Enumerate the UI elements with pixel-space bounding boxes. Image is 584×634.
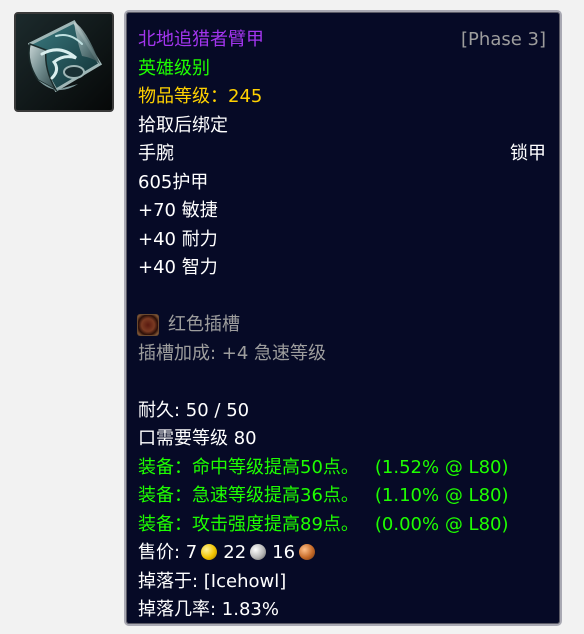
stat-agility: +70 敏捷 [138,200,218,221]
equip-effect-text: 装备：命中等级提高50点。 [138,456,359,478]
bracer-icon [16,14,112,110]
equip-effect-haste: 装备：急速等级提高36点。 (1.10% @ L80) [138,482,546,511]
drop-chance: 掉落几率: 1.83% [138,599,279,620]
socket-label: 红色插槽 [168,314,240,335]
slot-row: 手腕 锁甲 [138,140,546,169]
equip-effect-text: 装备：攻击强度提高89点。 [138,513,359,535]
item-quality: 英雄级别 [138,57,210,79]
equip-effect-hit: 装备：命中等级提高50点。 (1.52% @ L80) [138,454,546,483]
stat-intellect: +40 智力 [138,257,218,278]
sell-price-label: 售价: [138,542,186,563]
equip-effect-suffix: (1.10% @ L80) [374,485,509,506]
dropped-by[interactable]: 掉落于: [Icehowl] [138,568,546,597]
tooltip-header: 北地追猎者臂甲 [Phase 3] [138,26,546,55]
phase-label: [Phase 3] [461,29,546,50]
equip-effect-suffix: (0.00% @ L80) [374,513,509,535]
required-level: 口需要等级 80 [138,428,257,449]
socket-bonus: 插槽加成: +4 急速等级 [138,342,327,364]
copper-amount: 16 [272,542,296,563]
red-socket-icon [138,315,158,336]
equip-effect-text: 装备：急速等级提高36点。 [138,485,359,506]
durability: 耐久: 50 / 50 [138,399,250,421]
item-level-label: 物品等级： [138,86,228,107]
item-icon-frame[interactable] [14,12,114,112]
item-name[interactable]: 北地追猎者臂甲 [138,26,264,55]
equip-effect-attack-power: 装备：攻击强度提高89点。 (0.00% @ L80) [138,511,546,540]
socket-row: 红色插槽 [138,311,546,340]
item-tooltip: 北地追猎者臂甲 [Phase 3] 英雄级别 物品等级：245 拾取后绑定 手腕… [124,10,562,626]
item-level-value: 245 [228,86,263,107]
armor-type: 锁甲 [510,143,546,164]
armor-value: 605护甲 [138,171,209,193]
gold-coin-icon [201,544,218,560]
equip-effect-suffix: (1.52% @ L80) [374,456,509,478]
bind-type: 拾取后绑定 [138,114,228,136]
stat-stamina: +40 耐力 [138,228,218,250]
equip-slot: 手腕 [138,143,174,164]
silver-coin-icon [250,544,267,560]
silver-amount: 22 [223,542,247,563]
gold-amount: 7 [185,542,198,563]
copper-coin-icon [299,544,316,560]
sell-price: 售价: 7 22 16 [138,539,546,568]
item-level: 物品等级：245 [138,83,546,112]
